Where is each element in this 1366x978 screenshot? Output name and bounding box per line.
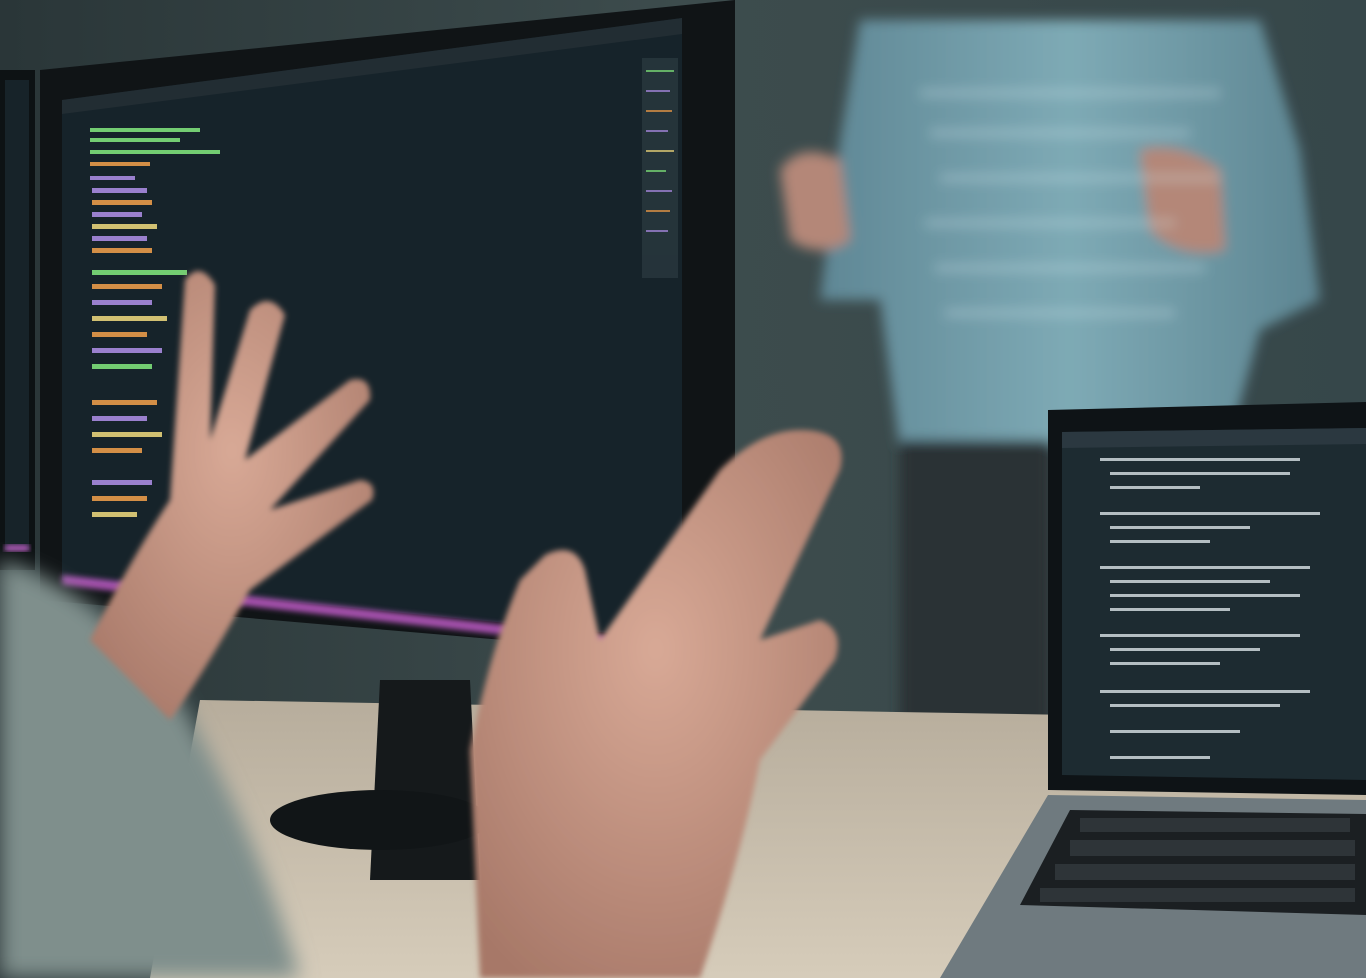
- left-monitor-sliver: [0, 70, 35, 570]
- photo-illustration: [0, 0, 1366, 978]
- photo-scene: [0, 0, 1366, 978]
- minimap: [642, 58, 678, 278]
